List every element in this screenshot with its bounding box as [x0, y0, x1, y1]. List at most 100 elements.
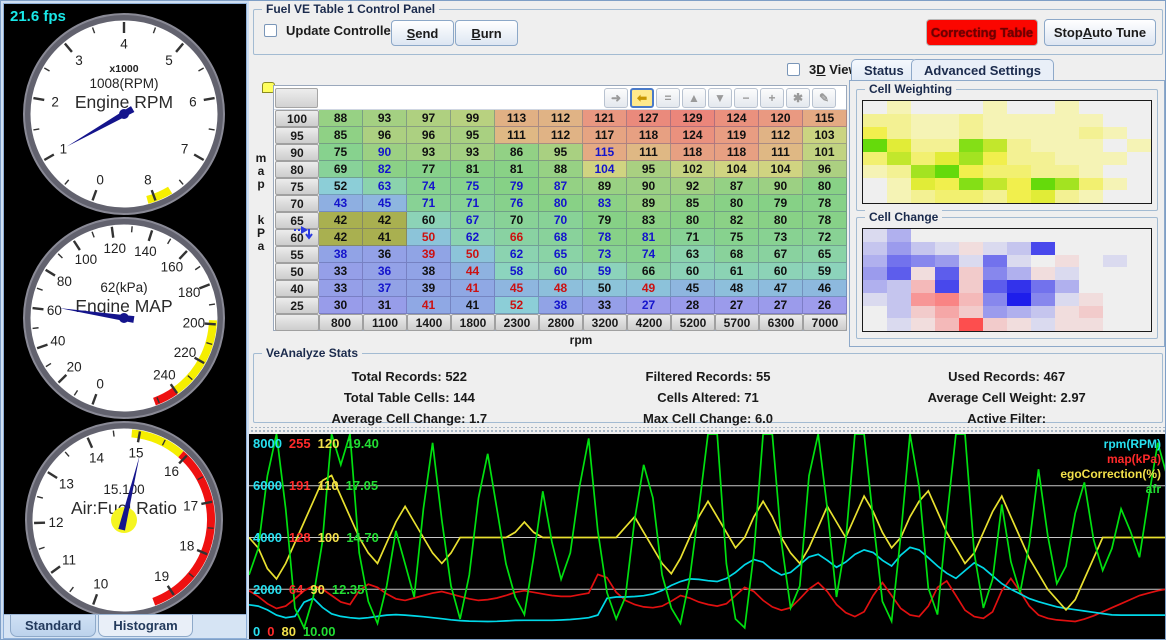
ve-cell[interactable]: 78	[583, 229, 627, 246]
col-header-4200[interactable]: 4200	[627, 314, 671, 331]
ve-cell[interactable]: 102	[671, 161, 715, 178]
row-header-40[interactable]: 40	[275, 280, 319, 297]
ve-cell[interactable]: 26	[803, 297, 847, 314]
ve-cell[interactable]: 118	[671, 144, 715, 161]
ve-cell[interactable]: 27	[759, 297, 803, 314]
col-header-800[interactable]: 800	[319, 314, 363, 331]
col-header-7000[interactable]: 7000	[803, 314, 847, 331]
ve-cell[interactable]: 129	[671, 110, 715, 127]
ve-cell[interactable]: 66	[627, 263, 671, 280]
row-header-75[interactable]: 75	[275, 178, 319, 195]
ve-cell[interactable]: 73	[759, 229, 803, 246]
ve-cell[interactable]: 81	[495, 161, 539, 178]
plus-button[interactable]: +	[760, 88, 784, 108]
ve-cell[interactable]: 66	[495, 229, 539, 246]
burn-button[interactable]: Burn	[455, 20, 518, 46]
ve-cell[interactable]: 95	[627, 161, 671, 178]
ve-cell[interactable]: 45	[671, 280, 715, 297]
ve-cell[interactable]: 52	[319, 178, 363, 195]
ve-cell[interactable]: 90	[363, 144, 407, 161]
correcting-table-button[interactable]: Correcting Table	[926, 19, 1038, 46]
ve-cell[interactable]: 85	[319, 127, 363, 144]
ve-cell[interactable]: 104	[583, 161, 627, 178]
ve-cell[interactable]: 45	[363, 195, 407, 212]
ve-cell[interactable]: 80	[759, 212, 803, 229]
ve-cell[interactable]: 71	[451, 195, 495, 212]
ve-cell[interactable]: 41	[451, 297, 495, 314]
ve-cell[interactable]: 90	[759, 178, 803, 195]
row-header-70[interactable]: 70	[275, 195, 319, 212]
arrow-right-button[interactable]: ➜	[604, 88, 628, 108]
ve-cell[interactable]: 36	[363, 246, 407, 263]
ve-cell[interactable]: 37	[363, 280, 407, 297]
ve-cell[interactable]: 104	[759, 161, 803, 178]
ve-cell[interactable]: 90	[627, 178, 671, 195]
row-header-25[interactable]: 25	[275, 297, 319, 314]
ve-cell[interactable]: 117	[583, 127, 627, 144]
ve-cell[interactable]: 80	[803, 178, 847, 195]
minus-button[interactable]: −	[734, 88, 758, 108]
ve-cell[interactable]: 124	[671, 127, 715, 144]
tab-standard[interactable]: Standard	[10, 615, 96, 637]
row-header-95[interactable]: 95	[275, 127, 319, 144]
ve-cell[interactable]: 67	[759, 246, 803, 263]
ve-cell[interactable]: 93	[407, 144, 451, 161]
row-header-100[interactable]: 100	[275, 110, 319, 127]
ve-cell[interactable]: 62	[495, 246, 539, 263]
col-header-1100[interactable]: 1100	[363, 314, 407, 331]
ve-cell[interactable]: 30	[319, 297, 363, 314]
ve-cell[interactable]: 39	[407, 280, 451, 297]
ve-cell[interactable]: 124	[715, 110, 759, 127]
ve-cell[interactable]: 59	[583, 263, 627, 280]
arrow-left-button[interactable]: ⬅	[630, 88, 654, 108]
ve-cell[interactable]: 86	[495, 144, 539, 161]
ve-cell[interactable]: 112	[539, 127, 583, 144]
stop-auto-tune-button[interactable]: Stop Auto Tune	[1044, 19, 1156, 46]
ve-cell[interactable]: 58	[495, 263, 539, 280]
ve-cell[interactable]: 87	[539, 178, 583, 195]
equals-button[interactable]: =	[656, 88, 680, 108]
ve-cell[interactable]: 39	[407, 246, 451, 263]
ve-cell[interactable]: 82	[715, 212, 759, 229]
row-header-55[interactable]: 55	[275, 246, 319, 263]
ve-cell[interactable]: 65	[803, 246, 847, 263]
col-header-5200[interactable]: 5200	[671, 314, 715, 331]
tab-status[interactable]: Status	[851, 59, 917, 80]
col-header-1800[interactable]: 1800	[451, 314, 495, 331]
ve-cell[interactable]: 33	[319, 280, 363, 297]
ve-cell[interactable]: 119	[715, 127, 759, 144]
ve-cell[interactable]: 42	[363, 212, 407, 229]
ve-cell[interactable]: 83	[627, 212, 671, 229]
ve-cell[interactable]: 41	[451, 280, 495, 297]
row-header-90[interactable]: 90	[275, 144, 319, 161]
pencil-button[interactable]: ✎	[812, 88, 836, 108]
ve-cell[interactable]: 63	[363, 178, 407, 195]
ve-cell[interactable]: 65	[539, 246, 583, 263]
ve-cell[interactable]: 38	[539, 297, 583, 314]
ve-cell[interactable]: 60	[759, 263, 803, 280]
ve-cell[interactable]: 89	[627, 195, 671, 212]
ve-cell[interactable]: 60	[407, 212, 451, 229]
ve-cell[interactable]: 50	[451, 246, 495, 263]
ve-cell[interactable]: 92	[671, 178, 715, 195]
ve-cell[interactable]: 97	[407, 110, 451, 127]
ve-cell[interactable]: 41	[363, 229, 407, 246]
row-header-80[interactable]: 80	[275, 161, 319, 178]
ve-cell[interactable]: 41	[407, 297, 451, 314]
ve-cell[interactable]: 45	[495, 280, 539, 297]
ve-cell[interactable]: 31	[363, 297, 407, 314]
ve-cell[interactable]: 111	[759, 144, 803, 161]
ve-cell[interactable]: 48	[539, 280, 583, 297]
col-header-3200[interactable]: 3200	[583, 314, 627, 331]
ve-cell[interactable]: 95	[451, 127, 495, 144]
ve-cell[interactable]: 68	[539, 229, 583, 246]
ve-cell[interactable]: 121	[583, 110, 627, 127]
tab-histogram[interactable]: Histogram	[98, 615, 192, 637]
ve-cell[interactable]: 68	[715, 246, 759, 263]
ve-cell[interactable]: 36	[363, 263, 407, 280]
ve-cell[interactable]: 28	[671, 297, 715, 314]
ve-cell[interactable]: 52	[495, 297, 539, 314]
ve-cell[interactable]: 61	[715, 263, 759, 280]
ve-cell[interactable]: 48	[715, 280, 759, 297]
ve-cell[interactable]: 80	[671, 212, 715, 229]
